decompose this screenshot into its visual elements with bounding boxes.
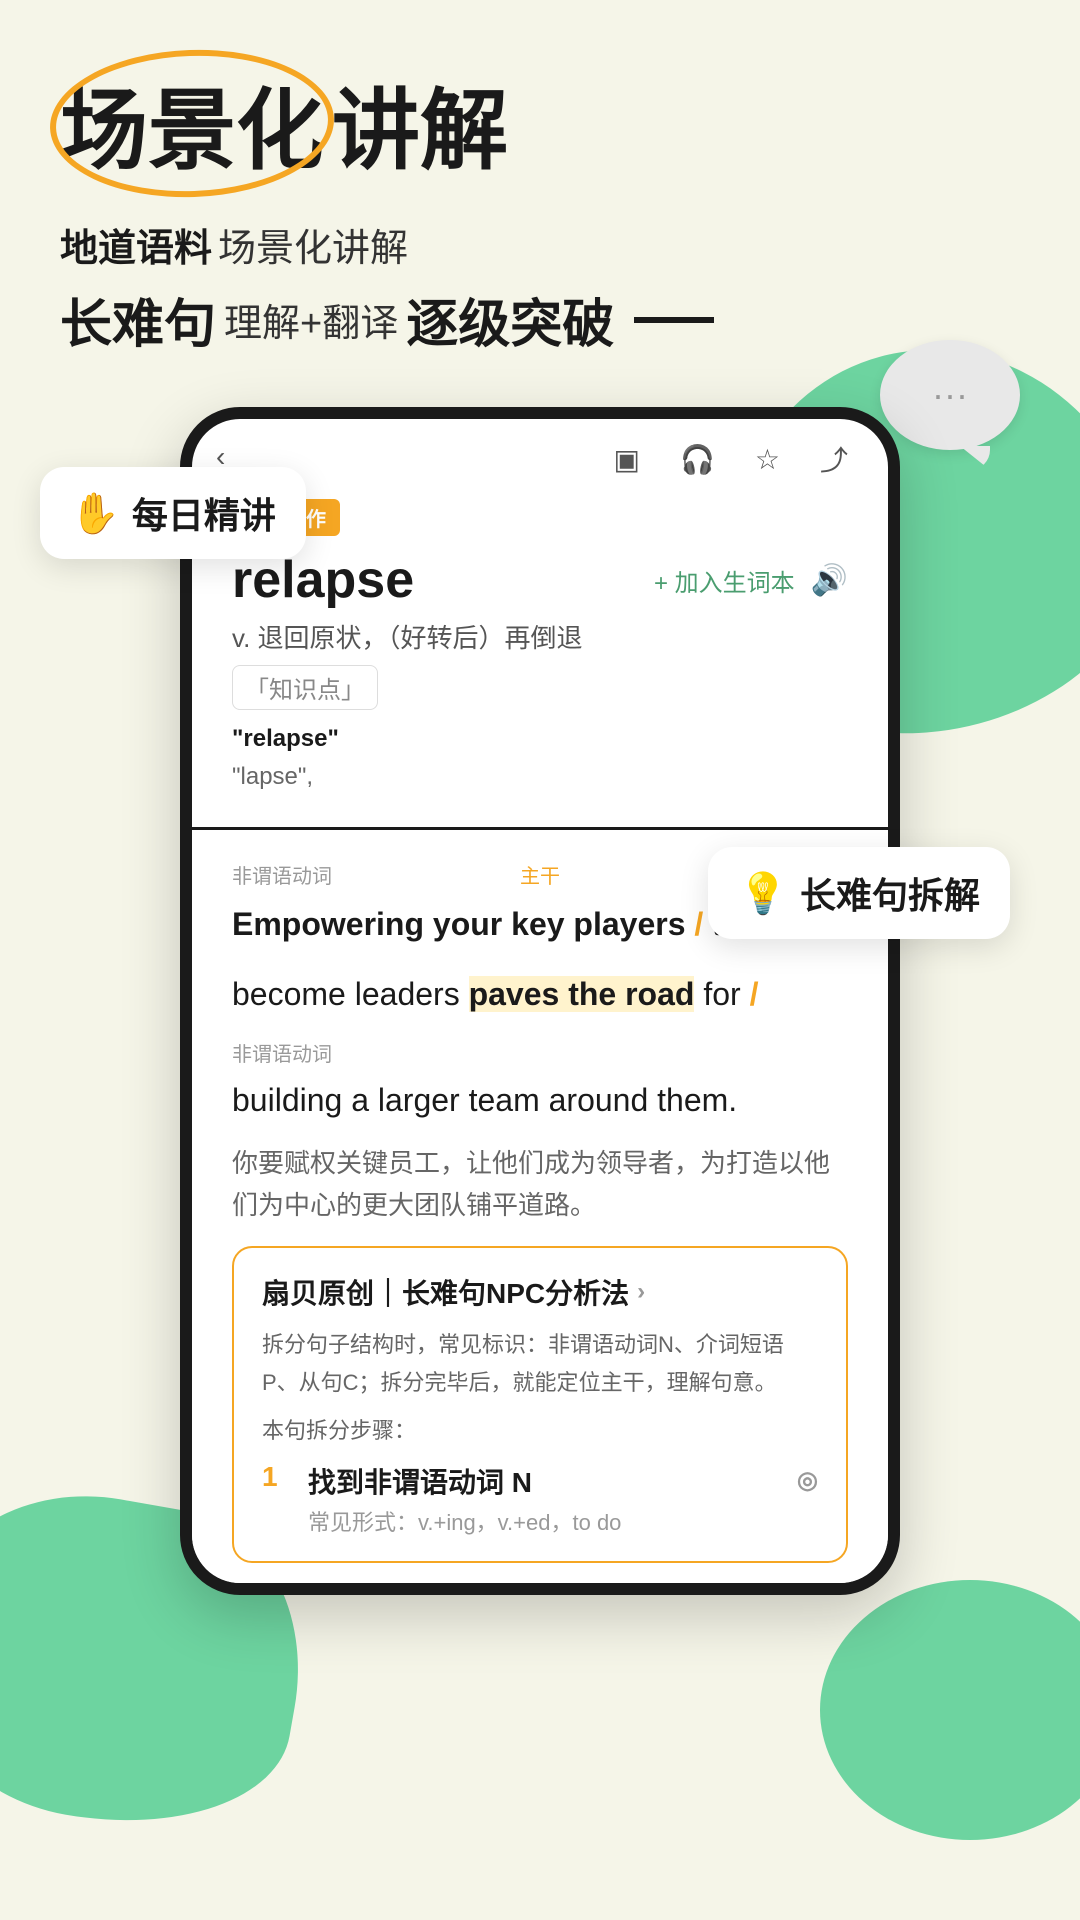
npc-title-text: 扇贝原创｜长难句NPC分析法 [262, 1272, 629, 1312]
word-definition: v. 退回原状，（好转后）再倒退 [232, 618, 848, 655]
star-icon[interactable]: ☆ [755, 443, 780, 476]
phone-area: ✋ 每日精讲 ‹ ▣ 🎧 ☆ ⤴ 高频写作 relapse + 加入生词本 [60, 407, 1020, 1595]
sentence-translation: 你要赋权关键员工，让他们成为领导者，为打造以他们为中心的更大团队铺平道路。 [232, 1143, 848, 1226]
sentence-text-line3: building a larger team around them. [232, 1073, 848, 1127]
sentence-part5: for [703, 976, 740, 1012]
step1-target-icon: ◎ [797, 1466, 818, 1495]
sentence-text-line2: become leaders paves the road for / [232, 967, 848, 1021]
grammar-label-row2: 非谓语动词 [232, 1038, 848, 1067]
sentence-part6: building a larger team around them. [232, 1082, 737, 1118]
card-daily-lecture[interactable]: ✋ 每日精讲 [40, 467, 306, 559]
npc-chevron-icon: › [637, 1278, 645, 1306]
phone-mockup: ‹ ▣ 🎧 ☆ ⤴ 高频写作 relapse + 加入生词本 🔊 v. 退回原状… [180, 407, 900, 1595]
context-word2: "lapse", [232, 763, 313, 790]
slash2: / [750, 976, 759, 1012]
step1-number: 1 [262, 1461, 292, 1493]
hero-title: 场景化 讲解 [60, 60, 1020, 187]
npc-description: 拆分句子结构时，常见标识：非谓语动词N、介词短语P、从句C；拆分完毕后，就能定位… [262, 1326, 818, 1401]
subtitle-line2-part1: 理解+翻译 [224, 292, 398, 347]
slash1: / [694, 906, 703, 942]
step1-title: 找到非谓语动词 N ◎ [308, 1461, 818, 1501]
step-item-1: 1 找到非谓语动词 N ◎ 常见形式：v.+ing，v.+ed，to do [262, 1461, 818, 1537]
dictionary-icon[interactable]: ▣ [614, 443, 640, 476]
subtitle-line1: 地道语料 场景化讲解 [60, 217, 1020, 272]
share-icon[interactable]: ⤴ [820, 439, 848, 479]
daily-text: 每日精讲 [132, 487, 276, 539]
add-vocab-button[interactable]: + 加入生词本 [654, 563, 795, 598]
word-title: relapse [232, 550, 414, 610]
subtitle-line2-bold: 长难句 [60, 282, 216, 357]
phone-divider [192, 827, 888, 830]
daily-emoji: ✋ [70, 490, 120, 537]
hero-title-plain: 讲解 [332, 60, 508, 187]
step1-content: 找到非谓语动词 N ◎ 常见形式：v.+ing，v.+ed，to do [308, 1461, 818, 1537]
sentence-part3: become leaders [232, 976, 460, 1012]
word-actions: + 加入生词本 🔊 [654, 563, 848, 598]
sentence-section: 非谓语动词 主干 非谓语动词 Empowering your key playe… [192, 840, 888, 1583]
word-header: relapse + 加入生词本 🔊 [232, 550, 848, 610]
knowledge-point-text: 「知识点」 [245, 670, 365, 705]
step1-title-text: 找到非谓语动词 N [308, 1461, 532, 1501]
subtitle-area: 地道语料 场景化讲解 长难句 理解+翻译 逐级突破 [60, 217, 1020, 357]
underline-decoration [634, 317, 714, 323]
subtitle-line1-bold: 地道语料 [60, 217, 212, 272]
card-sentence-analysis[interactable]: 💡 长难句拆解 [708, 847, 1010, 939]
context-word1: "relapse" [232, 725, 339, 752]
npc-step-label: 本句拆分步骤： [262, 1413, 818, 1445]
grammar-label-center: 主干 [520, 860, 560, 889]
npc-card[interactable]: 扇贝原创｜长难句NPC分析法 › 拆分句子结构时，常见标识：非谓语动词N、介词短… [232, 1246, 848, 1563]
sentence-part1: Empowering your key players [232, 906, 686, 942]
analysis-text: 长难句拆解 [800, 867, 980, 919]
knowledge-point: 「知识点」 [232, 665, 378, 710]
subtitle-line1-normal: 场景化讲解 [218, 217, 408, 272]
analysis-emoji: 💡 [738, 870, 788, 917]
sentence-part4: paves the road [469, 976, 695, 1012]
sound-icon[interactable]: 🔊 [811, 563, 848, 598]
word-context: "relapse" "lapse", [232, 720, 848, 797]
step1-subtitle: 常见形式：v.+ing，v.+ed，to do [308, 1505, 818, 1537]
subtitle-line2-part2: 逐级突破 [406, 282, 614, 357]
subtitle-line2: 长难句 理解+翻译 逐级突破 [60, 282, 1020, 357]
grammar-label-left: 非谓语动词 [232, 860, 332, 889]
audio-icon[interactable]: 🎧 [680, 443, 715, 476]
hero-title-highlighted: 场景化 [60, 60, 324, 187]
npc-card-title: 扇贝原创｜长难句NPC分析法 › [262, 1272, 818, 1312]
background-blob-bottom-right [820, 1580, 1080, 1840]
